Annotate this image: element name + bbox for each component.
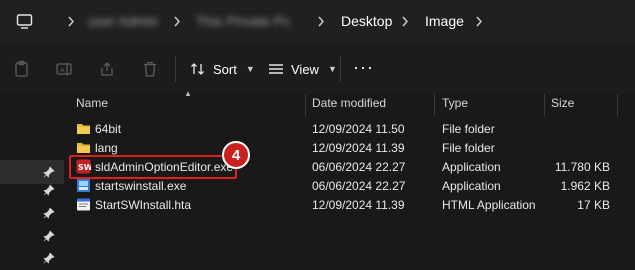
folder-icon: [77, 124, 90, 134]
column-resize-handle[interactable]: [617, 94, 618, 116]
delete-icon[interactable]: [141, 60, 159, 78]
sort-icon: [191, 63, 204, 75]
highlight-box: [69, 155, 237, 179]
breadcrumb-item-desktop[interactable]: Desktop: [341, 13, 392, 29]
file-type: Application: [442, 160, 501, 174]
column-header-date[interactable]: Date modified: [312, 96, 386, 110]
file-name[interactable]: StartSWInstall.hta: [95, 198, 191, 212]
view-list-icon: [269, 64, 283, 74]
view-label: View: [291, 61, 319, 77]
pin-icon[interactable]: [43, 184, 55, 196]
file-type: File folder: [442, 141, 495, 155]
pin-icon[interactable]: [43, 207, 55, 219]
file-name[interactable]: startswinstall.exe: [95, 179, 186, 193]
step-number-badge: 4: [222, 141, 250, 169]
breadcrumb-item-pc[interactable]: This Private Pc: [196, 13, 290, 29]
chevron-down-icon: ▼: [327, 64, 337, 74]
hta-file-icon: [77, 198, 90, 211]
file-date: 12/09/2024 11.39: [312, 198, 405, 212]
file-row[interactable]: 64bit 12/09/2024 11.50 File folder: [64, 120, 635, 139]
chevron-right-icon[interactable]: [474, 13, 484, 30]
toolbar-divider: [340, 56, 341, 82]
pin-icon[interactable]: [43, 230, 55, 242]
pin-icon[interactable]: [43, 166, 55, 178]
file-size: 17 KB: [577, 198, 610, 212]
file-date: 12/09/2024 11.39: [312, 141, 405, 155]
file-date: 06/06/2024 22.27: [312, 160, 406, 174]
column-header-row: Name Date modified Type Size: [64, 94, 635, 116]
file-name[interactable]: lang: [95, 141, 118, 155]
share-icon[interactable]: [98, 60, 116, 78]
toolbar-divider: [175, 56, 176, 82]
paste-icon[interactable]: [13, 60, 31, 78]
column-header-size[interactable]: Size: [551, 96, 574, 110]
file-type: HTML Application: [442, 198, 536, 212]
file-size: 1.962 KB: [560, 179, 610, 193]
breadcrumb-item-user[interactable]: user Admin: [88, 13, 158, 29]
view-button[interactable]: View ▼: [268, 57, 337, 81]
rename-icon[interactable]: A: [55, 60, 73, 78]
chevron-down-icon: ▼: [245, 64, 255, 74]
more-options-button[interactable]: ···: [353, 58, 374, 76]
file-row[interactable]: StartSWInstall.hta 12/09/2024 11.39 HTML…: [64, 196, 635, 215]
file-size: 11.780 KB: [554, 160, 610, 174]
chevron-right-icon[interactable]: [66, 13, 76, 30]
chevron-right-icon[interactable]: [400, 13, 410, 30]
column-resize-handle[interactable]: [544, 94, 545, 116]
breadcrumb-item-image[interactable]: Image: [425, 13, 464, 29]
column-resize-handle[interactable]: [305, 94, 306, 116]
command-bar: A Sort ▼ View ▼ ···: [0, 44, 635, 94]
file-row[interactable]: startswinstall.exe 06/06/2024 22.27 Appl…: [64, 177, 635, 196]
svg-text:A: A: [60, 67, 65, 75]
sort-button[interactable]: Sort ▼: [190, 57, 255, 81]
column-header-type[interactable]: Type: [442, 96, 468, 110]
chevron-right-icon[interactable]: [316, 13, 326, 30]
column-header-name[interactable]: Name: [76, 96, 108, 110]
file-type: File folder: [442, 122, 495, 136]
sort-label: Sort: [213, 61, 237, 77]
file-date: 12/09/2024 11.50: [312, 122, 405, 136]
folder-icon: [77, 143, 90, 153]
file-type: Application: [442, 179, 501, 193]
pin-icon[interactable]: [43, 252, 55, 264]
installer-app-icon: [77, 179, 90, 192]
file-name[interactable]: 64bit: [95, 122, 121, 136]
address-bar: user Admin This Private Pc Desktop Image: [0, 0, 635, 44]
chevron-right-icon[interactable]: [172, 13, 182, 30]
this-pc-icon[interactable]: [16, 13, 33, 30]
column-resize-handle[interactable]: [434, 94, 435, 116]
file-date: 06/06/2024 22.27: [312, 179, 406, 193]
